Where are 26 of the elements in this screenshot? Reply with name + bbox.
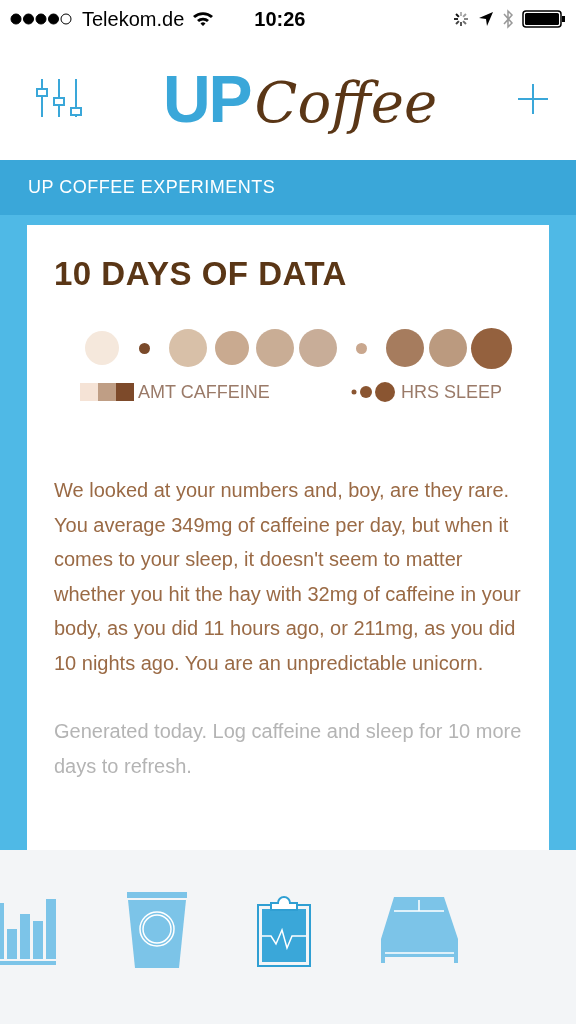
location-icon [478,11,494,27]
tab-button[interactable] [380,897,458,963]
carrier-name: Telekom.de [82,7,185,31]
legend-label: HRS SLEEP [400,381,502,403]
logo-coffee-text: Coffee [254,70,438,135]
wifi-icon [192,11,215,27]
footnote-text: Generated today. Log caffeine and sleep for 10 more days to refresh. [54,719,522,779]
bed-icon [380,897,458,963]
summary-paragraph: We looked at your numbers and, boy, are they rare. You average 349mg of caffeine per day, but when it comes to your sleep, it doesn't seem to matter whether you hit the hay with 32mg of caffeine in your body, as you did 11 hours ago, or 211mg, as you did 10 nights ago. You are an unpredictable unicorn. [54,478,522,676]
cup-icon [126,892,188,968]
caffeine-scale-icon [80,383,134,401]
add-button[interactable] [518,84,548,114]
sleep-scale-icon [350,381,397,403]
bluetooth-icon [502,8,514,30]
logo-up-text: UP [162,61,251,137]
spinner-icon [452,10,470,28]
status-time: 10:26 [254,7,306,31]
sliders-icon [36,79,82,119]
settings-button[interactable] [36,79,82,119]
plus-icon [518,84,548,114]
battery-icon [522,10,566,28]
card-title: 10 DAYS OF DATA [54,255,348,293]
legend-label: AMT CAFFEINE [138,381,270,403]
section-title: UP COFFEE EXPERIMENTS [28,177,276,198]
signal-icon [10,13,72,25]
tab-button[interactable] [126,892,188,968]
